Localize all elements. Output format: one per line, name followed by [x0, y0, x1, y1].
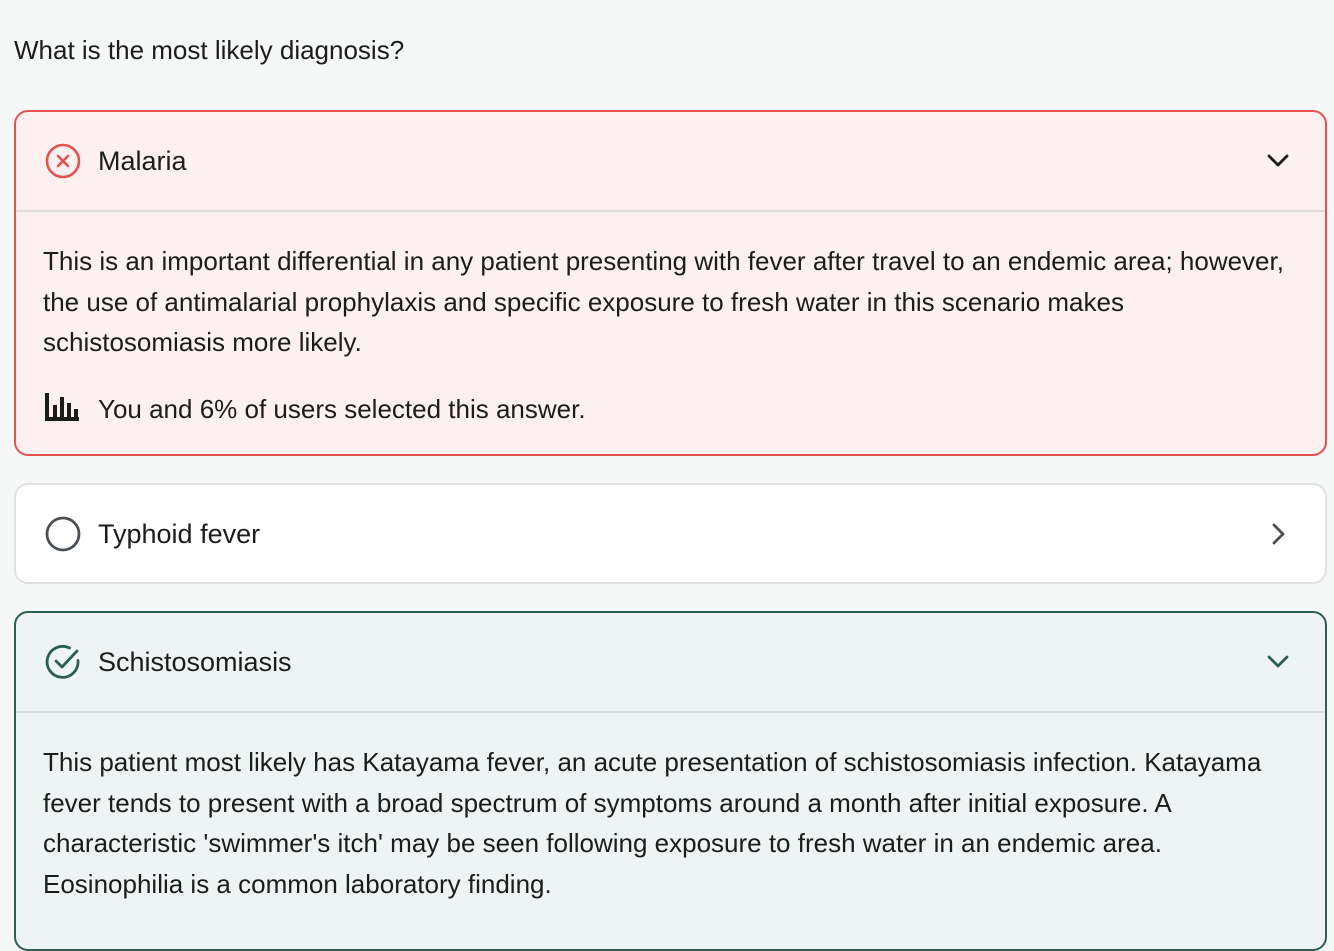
- answer-option-label: Typhoid fever: [98, 519, 261, 549]
- chevron-right-icon[interactable]: [1265, 521, 1291, 547]
- chevron-down-icon[interactable]: [1265, 649, 1291, 675]
- answer-explanation: This is an important differential in any…: [43, 246, 1284, 357]
- bar-chart-icon: [45, 393, 79, 421]
- answer-stats-text: You and 6% of users selected this answer…: [98, 394, 586, 424]
- check-circle-icon: [45, 644, 80, 679]
- answer-option-label: Schistosomiasis: [98, 647, 292, 677]
- answer-option-header[interactable]: Schistosomiasis: [16, 613, 1325, 713]
- chevron-down-icon[interactable]: [1265, 148, 1291, 174]
- question-text: What is the most likely diagnosis?: [14, 35, 405, 65]
- answer-option-malaria[interactable]: Malaria This is an important differentia…: [14, 110, 1327, 456]
- answer-explanation: This patient most likely has Katayama fe…: [43, 747, 1262, 899]
- answer-option-typhoid-fever[interactable]: Typhoid fever: [14, 483, 1327, 584]
- x-circle-icon: [45, 143, 81, 179]
- answer-option-schistosomiasis[interactable]: Schistosomiasis This patient most likely…: [14, 611, 1327, 951]
- answer-option-header[interactable]: Malaria: [16, 112, 1325, 212]
- answer-option-header[interactable]: Typhoid fever: [16, 485, 1325, 582]
- answer-option-label: Malaria: [98, 146, 187, 176]
- empty-circle-icon: [45, 516, 81, 552]
